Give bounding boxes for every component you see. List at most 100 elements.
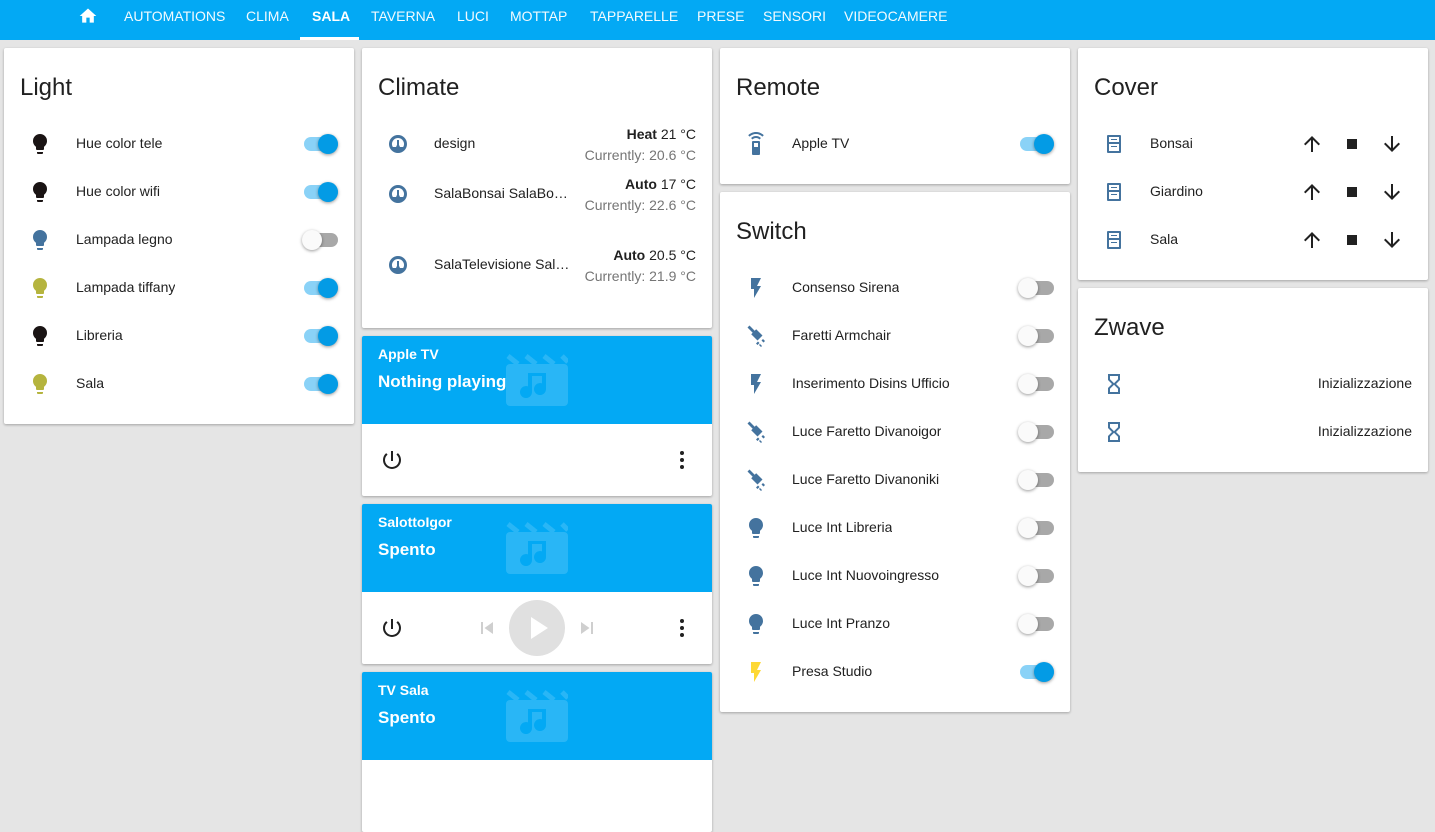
tab-sala[interactable]: SALA xyxy=(312,0,350,40)
tab-prese[interactable]: PRESE xyxy=(697,0,744,40)
stop-icon[interactable] xyxy=(1340,132,1364,156)
skip-next-icon[interactable] xyxy=(575,616,599,640)
entity-toggle[interactable] xyxy=(1018,278,1054,298)
tab-taverna[interactable]: TAVERNA xyxy=(371,0,435,40)
play-button[interactable] xyxy=(509,600,565,656)
entity-toggle[interactable] xyxy=(1018,614,1054,634)
lightbulb-icon xyxy=(744,612,768,636)
power-icon[interactable] xyxy=(380,616,404,640)
media-player-card: SalottoIgor Spento xyxy=(362,504,712,664)
switch-row: Consenso Sirena xyxy=(720,268,1070,308)
tab-mottap[interactable]: MOTTAP xyxy=(510,0,567,40)
home-icon[interactable] xyxy=(78,6,98,26)
arrow-up-icon[interactable] xyxy=(1300,132,1324,156)
zwave-state: Inizializzazione xyxy=(1317,423,1412,439)
light-name: Lampada tiffany xyxy=(76,279,176,295)
climate-mode: Auto xyxy=(625,176,657,192)
window-shutter-icon xyxy=(1102,180,1126,204)
media-player-card: Apple TV Nothing playing xyxy=(362,336,712,496)
tab-sensori[interactable]: SENSORI xyxy=(763,0,826,40)
media-name: SalottoIgor xyxy=(378,514,452,530)
stop-icon[interactable] xyxy=(1340,180,1364,204)
flash-icon xyxy=(744,276,768,300)
light-name: Lampada legno xyxy=(76,231,173,247)
entity-toggle[interactable] xyxy=(302,374,338,394)
tab-luci[interactable]: LUCI xyxy=(457,0,489,40)
entity-toggle[interactable] xyxy=(1018,470,1054,490)
climate-current: Currently: 21.9 °C xyxy=(584,268,696,284)
arrow-down-icon[interactable] xyxy=(1380,180,1404,204)
media-header[interactable]: TV Sala Spento xyxy=(362,672,712,760)
switch-name: Faretti Armchair xyxy=(792,327,891,343)
switch-row: Luce Int Libreria xyxy=(720,508,1070,548)
entity-toggle[interactable] xyxy=(1018,566,1054,586)
lightbulb-icon xyxy=(744,516,768,540)
remote-icon xyxy=(744,132,768,156)
cover-row: Bonsai xyxy=(1078,124,1428,164)
remote-toggle[interactable] xyxy=(1018,134,1054,154)
entity-toggle[interactable] xyxy=(302,134,338,154)
media-state: Spento xyxy=(378,540,436,559)
switch-row: Luce Faretto Divanoigor xyxy=(720,412,1070,452)
entity-toggle[interactable] xyxy=(1018,422,1054,442)
climate-name: design xyxy=(434,135,476,151)
light-row: Lampada tiffany xyxy=(4,268,354,308)
arrow-up-icon[interactable] xyxy=(1300,180,1324,204)
lightbulb-icon xyxy=(28,276,52,300)
entity-toggle[interactable] xyxy=(302,230,338,250)
climate-current: Currently: 20.6 °C xyxy=(584,147,696,163)
spotlight-icon xyxy=(744,468,768,492)
entity-toggle[interactable] xyxy=(1018,518,1054,538)
tab-tapparelle[interactable]: TAPPARELLE xyxy=(590,0,678,40)
active-tab-indicator xyxy=(300,37,359,40)
entity-toggle[interactable] xyxy=(1018,374,1054,394)
power-icon[interactable] xyxy=(380,448,404,472)
climate-target: 21 °C xyxy=(660,126,696,142)
switch-name: Luce Faretto Divanoniki xyxy=(792,471,940,487)
switch-name: Luce Faretto Divanoigor xyxy=(792,423,942,439)
more-vert-icon[interactable] xyxy=(670,448,694,472)
card-title: Light xyxy=(20,74,73,101)
climate-row[interactable]: SalaBonsai SalaBon… Auto 17 °C Currently: … xyxy=(362,174,712,234)
card-title: Cover xyxy=(1094,74,1159,101)
zwave-row[interactable]: Inizializzazione xyxy=(1078,412,1428,452)
entity-toggle[interactable] xyxy=(302,326,338,346)
remote-card: Remote Apple TV xyxy=(720,48,1070,184)
lightbulb-icon xyxy=(28,180,52,204)
more-vert-icon[interactable] xyxy=(670,616,694,640)
arrow-down-icon[interactable] xyxy=(1380,228,1404,252)
switch-row: Luce Int Pranzo xyxy=(720,604,1070,644)
entity-toggle[interactable] xyxy=(302,278,338,298)
media-header[interactable]: SalottoIgor Spento xyxy=(362,504,712,592)
arrow-up-icon[interactable] xyxy=(1300,228,1324,252)
music-video-icon xyxy=(506,690,570,742)
skip-previous-icon[interactable] xyxy=(475,616,499,640)
top-toolbar: AUTOMATIONS CLIMA SALA TAVERNA LUCI MOTT… xyxy=(0,0,1435,40)
light-row: Hue color wifi xyxy=(4,172,354,212)
switch-row: Luce Int Nuovoingresso xyxy=(720,556,1070,596)
media-state: Spento xyxy=(378,708,436,727)
tab-automations[interactable]: AUTOMATIONS xyxy=(124,0,225,40)
cover-row: Sala xyxy=(1078,220,1428,260)
light-name: Hue color tele xyxy=(76,135,163,151)
cover-name: Bonsai xyxy=(1150,135,1193,151)
media-header[interactable]: Apple TV Nothing playing xyxy=(362,336,712,424)
flash-icon xyxy=(744,660,768,684)
media-name: Apple TV xyxy=(378,346,439,362)
entity-toggle[interactable] xyxy=(302,182,338,202)
climate-mode: Auto xyxy=(613,247,646,263)
light-row: Libreria xyxy=(4,316,354,356)
entity-toggle[interactable] xyxy=(1018,326,1054,346)
zwave-row[interactable]: Inizializzazione xyxy=(1078,364,1428,404)
climate-row[interactable]: SalaTelevisione SalaTel… Auto 20.5 °C Curr… xyxy=(362,245,712,305)
remote-row: Apple TV xyxy=(720,124,1070,164)
stop-icon[interactable] xyxy=(1340,228,1364,252)
tab-videocamere[interactable]: VIDEOCAMERE xyxy=(844,0,947,40)
tab-clima[interactable]: CLIMA xyxy=(246,0,289,40)
arrow-down-icon[interactable] xyxy=(1380,132,1404,156)
light-name: Hue color wifi xyxy=(76,183,161,199)
thermostat-icon xyxy=(386,253,410,277)
thermostat-icon xyxy=(386,182,410,206)
entity-toggle[interactable] xyxy=(1018,662,1054,682)
card-title: Zwave xyxy=(1094,314,1165,341)
